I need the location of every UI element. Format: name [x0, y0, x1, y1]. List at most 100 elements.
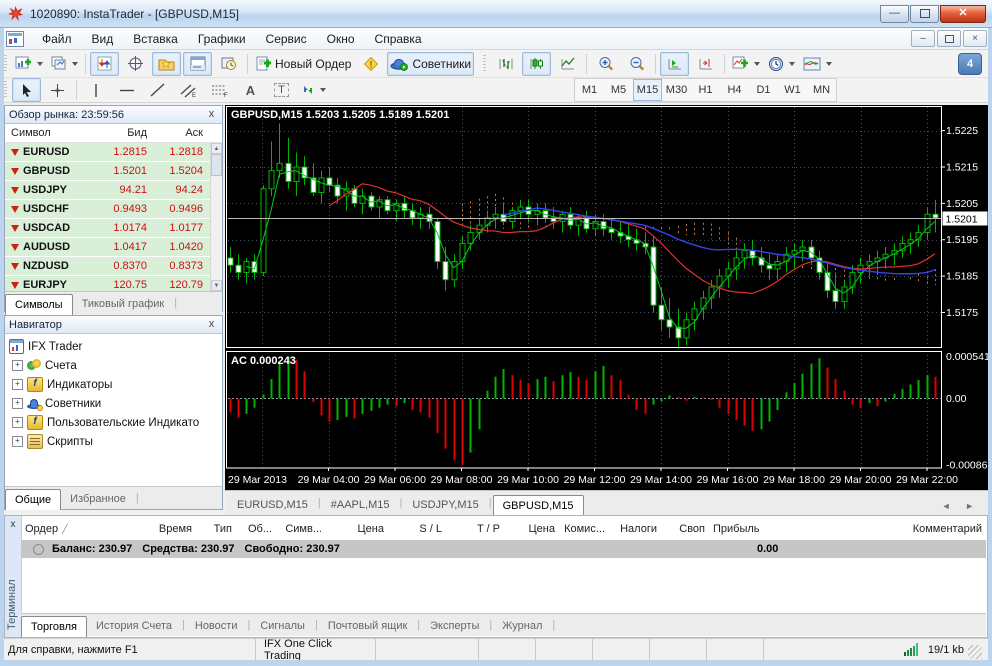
tab-experts[interactable]: Эксперты: [421, 617, 488, 636]
close-button[interactable]: ✕: [940, 4, 986, 23]
tf-h1[interactable]: H1: [691, 79, 720, 101]
chart-tab-usdjpy[interactable]: USDJPY,M15: [403, 496, 487, 515]
chart-tab-aapl[interactable]: #AAPL,M15: [322, 496, 399, 515]
mdi-minimize-button[interactable]: –: [911, 30, 935, 47]
channel-tool-button[interactable]: E: [174, 78, 203, 102]
tf-m1[interactable]: M1: [575, 79, 604, 101]
auto-scroll-button[interactable]: [660, 51, 690, 76]
tab-common[interactable]: Общие: [5, 489, 62, 510]
candlestick-chart-button[interactable]: [522, 51, 552, 76]
close-icon[interactable]: x: [205, 108, 218, 121]
line-chart-button[interactable]: [553, 52, 582, 76]
resize-grip[interactable]: [968, 644, 982, 659]
expand-icon[interactable]: +: [12, 360, 23, 371]
col-symbol[interactable]: Симв...: [276, 523, 326, 535]
col-sl[interactable]: S / L: [388, 523, 446, 535]
navigator-button[interactable]: [152, 51, 181, 76]
symbol-row[interactable]: USDJPY 94.21 94.24: [5, 181, 222, 200]
indicators-button[interactable]: [729, 52, 763, 76]
expand-icon[interactable]: +: [12, 398, 23, 409]
crosshair-tool-button[interactable]: [43, 78, 72, 102]
balance-row[interactable]: Баланс: 230.97 Средства: 230.97 Свободно…: [21, 540, 986, 558]
tab-journal[interactable]: Журнал: [493, 617, 551, 636]
tab-mailbox[interactable]: Почтовый ящик: [319, 617, 416, 636]
minimize-button[interactable]: —: [880, 4, 909, 23]
periods-button[interactable]: [765, 52, 798, 76]
mdi-restore-button[interactable]: [937, 30, 961, 47]
col-comment[interactable]: Комментарий: [771, 523, 986, 535]
profiles-button[interactable]: [48, 52, 81, 76]
mdi-close-button[interactable]: ×: [963, 30, 987, 47]
arrows-tool-button[interactable]: [298, 78, 329, 102]
chart-window[interactable]: 1.5225 1.5215 1.5205 1.5195 1.5185 1.5175 1.52…: [225, 105, 990, 490]
maximize-button[interactable]: [910, 4, 939, 23]
scroll-up-icon[interactable]: ▲: [211, 143, 222, 154]
new-order-button[interactable]: Новый Ордер: [252, 52, 354, 76]
tree-item-platform[interactable]: IFX Trader: [9, 337, 222, 356]
strategy-tester-button[interactable]: [214, 52, 243, 76]
tab-tick-chart[interactable]: Тиковый график: [73, 295, 174, 314]
text-tool-button[interactable]: A: [236, 78, 265, 102]
col-price-close[interactable]: Цена: [504, 523, 559, 535]
trendline-tool-button[interactable]: [143, 78, 172, 102]
tree-item-scripts[interactable]: + Скрипты: [9, 432, 222, 451]
new-chart-button[interactable]: [12, 52, 46, 76]
tree-item-experts[interactable]: + Советники: [9, 394, 222, 413]
status-trading-mode[interactable]: IFX One Click Trading: [256, 638, 376, 662]
tree-item-accounts[interactable]: + Счета: [9, 356, 222, 375]
cursor-tool-button[interactable]: [12, 78, 41, 102]
close-icon[interactable]: x: [205, 318, 218, 331]
menu-charts[interactable]: Графики: [188, 29, 256, 49]
tf-m15[interactable]: M15: [633, 79, 662, 101]
tf-m30[interactable]: M30: [662, 79, 691, 101]
scrollbar-thumb[interactable]: [211, 154, 222, 176]
col-price-open[interactable]: Цена: [326, 523, 388, 535]
menu-help[interactable]: Справка: [365, 29, 432, 49]
tf-w1[interactable]: W1: [778, 79, 807, 101]
tab-news[interactable]: Новости: [186, 617, 247, 636]
symbol-row[interactable]: USDCHF 0.9493 0.9496: [5, 200, 222, 219]
col-swap[interactable]: Своп: [661, 523, 709, 535]
chart-document-icon[interactable]: [6, 30, 24, 47]
col-profit[interactable]: Прибыль: [709, 523, 771, 535]
col-order[interactable]: Ордер ╱: [21, 523, 91, 535]
tab-account-history[interactable]: История Счета: [87, 617, 181, 636]
col-type[interactable]: Тип: [196, 523, 236, 535]
menu-insert[interactable]: Вставка: [123, 29, 188, 49]
tree-item-indicators[interactable]: + f Индикаторы: [9, 375, 222, 394]
menu-service[interactable]: Сервис: [256, 29, 317, 49]
tf-d1[interactable]: D1: [749, 79, 778, 101]
symbol-row[interactable]: EURUSD 1.2815 1.2818: [5, 143, 222, 162]
expand-icon[interactable]: +: [12, 417, 23, 428]
symbol-row[interactable]: EURJPY 120.75 120.79: [5, 276, 222, 291]
tab-signals[interactable]: Сигналы: [251, 617, 314, 636]
text-label-tool-button[interactable]: T: [267, 78, 296, 102]
bar-chart-button[interactable]: [491, 52, 520, 76]
col-time[interactable]: Время: [91, 523, 196, 535]
col-ask[interactable]: Аск: [147, 127, 207, 139]
price-chart[interactable]: 1.5225 1.5215 1.5205 1.5195 1.5185 1.5175 1.52…: [225, 105, 990, 490]
expand-icon[interactable]: +: [12, 379, 23, 390]
symbol-row[interactable]: USDCAD 1.0174 1.0177: [5, 219, 222, 238]
expand-icon[interactable]: +: [12, 436, 23, 447]
expert-advisors-button[interactable]: Советники: [387, 51, 475, 76]
chart-tab-gbpusd[interactable]: GBPUSD,M15: [492, 495, 584, 516]
horizontal-line-tool-button[interactable]: [112, 78, 141, 102]
alert-button[interactable]: !: [356, 52, 385, 76]
symbol-row[interactable]: AUDUSD 1.0417 1.0420: [5, 238, 222, 257]
col-symbol[interactable]: Символ: [5, 127, 95, 139]
market-watch-button[interactable]: [90, 51, 119, 76]
col-bid[interactable]: Бид: [95, 127, 147, 139]
notifications-badge[interactable]: 4: [958, 52, 982, 75]
templates-button[interactable]: [800, 52, 835, 76]
tab-scroll-arrows[interactable]: ◄ ►: [942, 501, 988, 515]
zoom-in-button[interactable]: [591, 52, 620, 76]
col-tp[interactable]: T / P: [446, 523, 504, 535]
symbol-row[interactable]: GBPUSD 1.5201 1.5204: [5, 162, 222, 181]
fibonacci-tool-button[interactable]: F: [205, 78, 234, 102]
tf-m5[interactable]: M5: [604, 79, 633, 101]
tree-item-custom-indicators[interactable]: + f Пользовательские Индикато: [9, 413, 222, 432]
chart-shift-button[interactable]: [691, 52, 720, 76]
terminal-button[interactable]: [183, 51, 212, 76]
chart-tab-eurusd[interactable]: EURUSD,M15: [228, 496, 317, 515]
